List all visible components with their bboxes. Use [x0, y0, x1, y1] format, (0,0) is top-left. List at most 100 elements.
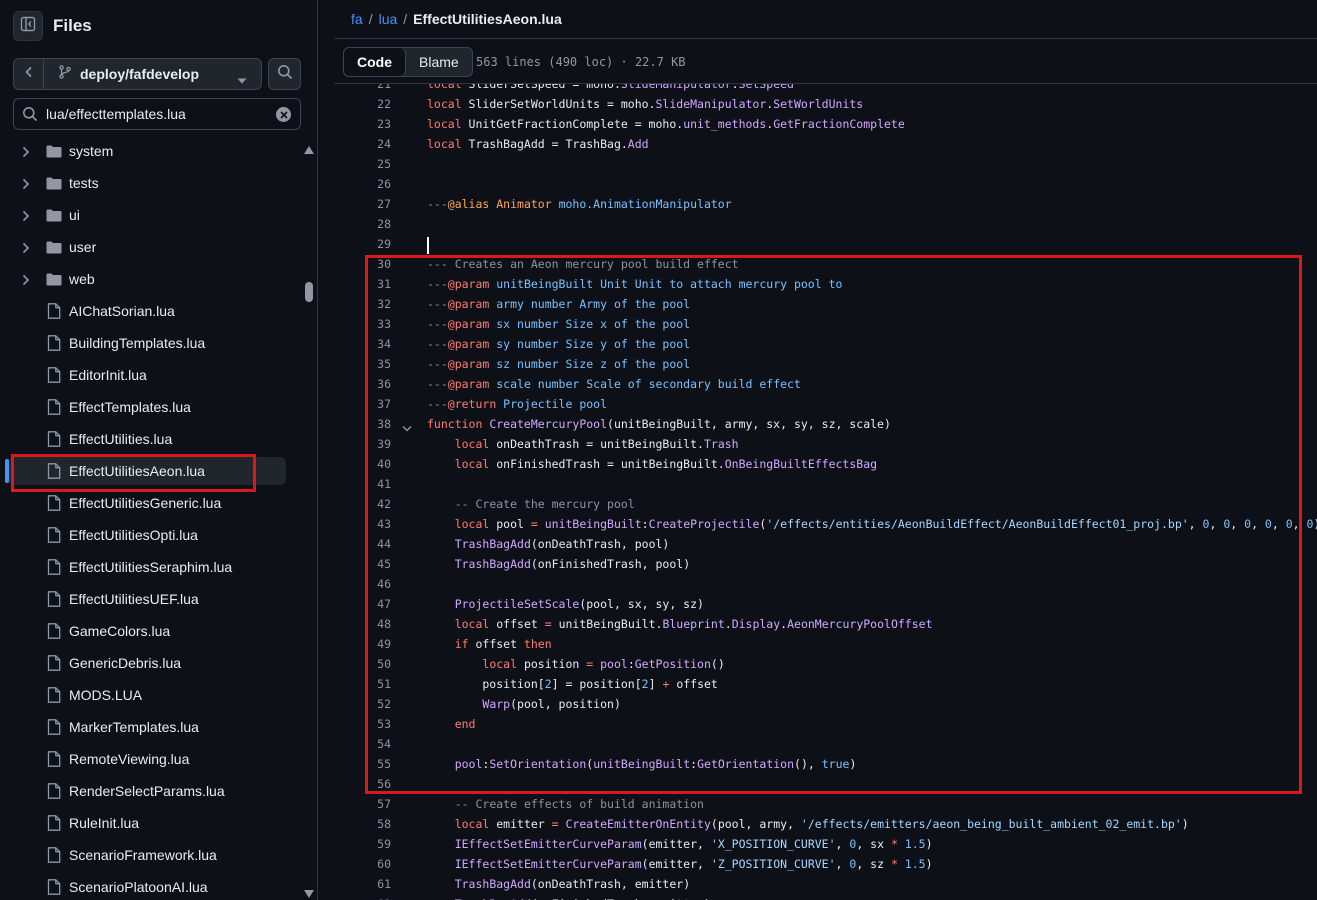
line-number[interactable]: 54 — [334, 734, 391, 754]
branch-dropdown[interactable]: deploy/fafdevelop — [44, 59, 261, 89]
line-number[interactable]: 27 — [334, 194, 391, 214]
view-mode-toggle: Code Blame — [343, 47, 473, 77]
tree-file-item[interactable]: EffectUtilities.lua — [0, 425, 290, 453]
line-number[interactable]: 60 — [334, 854, 391, 874]
line-number[interactable]: 35 — [334, 354, 391, 374]
line-number[interactable]: 31 — [334, 274, 391, 294]
breadcrumb-repo-link[interactable]: fa — [351, 11, 363, 27]
line-number[interactable]: 61 — [334, 874, 391, 894]
sidebar-scrollbar[interactable] — [302, 144, 316, 900]
file-filter-input[interactable] — [46, 106, 266, 122]
tree-file-item[interactable]: RenderSelectParams.lua — [0, 777, 290, 805]
line-number[interactable]: 45 — [334, 554, 391, 574]
tree-file-item[interactable]: EffectUtilitiesAeon.lua — [8, 457, 286, 485]
tree-folder-item[interactable]: ui — [0, 201, 290, 229]
code-token: (pool, army, — [710, 817, 801, 831]
file-icon — [47, 655, 61, 674]
line-number[interactable]: 42 — [334, 494, 391, 514]
tree-file-item[interactable]: MarkerTemplates.lua — [0, 713, 290, 741]
line-number[interactable]: 47 — [334, 594, 391, 614]
branch-selector[interactable]: deploy/fafdevelop — [13, 58, 262, 90]
tree-file-item[interactable]: EffectUtilitiesGeneric.lua — [0, 489, 290, 517]
tree-file-item[interactable]: MODS.LUA — [0, 681, 290, 709]
tree-file-item[interactable]: RemoteViewing.lua — [0, 745, 290, 773]
clear-filter-button[interactable] — [276, 107, 291, 122]
line-number[interactable]: 50 — [334, 654, 391, 674]
line-number[interactable]: 41 — [334, 474, 391, 494]
code-tab-button[interactable]: Code — [344, 48, 406, 76]
line-number[interactable]: 40 — [334, 454, 391, 474]
line-number[interactable]: 36 — [334, 374, 391, 394]
tree-file-item[interactable]: EffectTemplates.lua — [0, 393, 290, 421]
line-number[interactable]: 24 — [334, 134, 391, 154]
tree-folder-item[interactable]: system — [0, 137, 290, 165]
tree-file-item[interactable]: EffectUtilitiesSeraphim.lua — [0, 553, 290, 581]
tree-file-item[interactable]: RuleInit.lua — [0, 809, 290, 837]
back-button[interactable] — [14, 59, 44, 89]
line-number[interactable]: 25 — [334, 154, 391, 174]
chevron-right-icon[interactable] — [22, 177, 30, 193]
line-number[interactable]: 30 — [334, 254, 391, 274]
code-line: 42 -- Create the mercury pool — [334, 494, 1317, 514]
line-number[interactable]: 51 — [334, 674, 391, 694]
line-number[interactable]: 21 — [334, 84, 391, 94]
line-number[interactable]: 37 — [334, 394, 391, 414]
code-content[interactable]: 21 local SliderSetSpeed = moho.SlideManip… — [334, 84, 1317, 900]
chevron-right-icon[interactable] — [22, 241, 30, 257]
tree-folder-item[interactable]: user — [0, 233, 290, 261]
line-number[interactable]: 28 — [334, 214, 391, 234]
tree-file-item[interactable]: GameColors.lua — [0, 617, 290, 645]
chevron-right-icon[interactable] — [22, 273, 30, 289]
code-token: 1.5 — [904, 857, 926, 871]
line-number[interactable]: 53 — [334, 714, 391, 734]
line-number[interactable]: 22 — [334, 94, 391, 114]
line-number[interactable]: 26 — [334, 174, 391, 194]
line-number[interactable]: 39 — [334, 434, 391, 454]
line-number[interactable]: 62 — [334, 894, 391, 900]
tree-file-item[interactable]: AIChatSorian.lua — [0, 297, 290, 325]
line-number[interactable]: 56 — [334, 774, 391, 794]
tree-file-item[interactable]: EffectUtilitiesOpti.lua — [0, 521, 290, 549]
code-token: 'X_POSITION_CURVE' — [710, 837, 836, 851]
scrollbar-thumb[interactable] — [305, 282, 313, 302]
line-number[interactable]: 57 — [334, 794, 391, 814]
code-token: local — [427, 97, 469, 111]
line-number[interactable]: 29 — [334, 234, 391, 254]
tree-file-item[interactable]: EffectUtilitiesUEF.lua — [0, 585, 290, 613]
line-number[interactable]: 33 — [334, 314, 391, 334]
code-token: true — [821, 757, 850, 771]
line-number[interactable]: 43 — [334, 514, 391, 534]
tree-file-item[interactable]: ScenarioFramework.lua — [0, 841, 290, 869]
line-number[interactable]: 59 — [334, 834, 391, 854]
code-line: 50 local position = pool:GetPosition() — [334, 654, 1317, 674]
scroll-up-arrow[interactable] — [304, 146, 314, 154]
line-number[interactable]: 58 — [334, 814, 391, 834]
tree-folder-item[interactable]: web — [0, 265, 290, 293]
line-number[interactable]: 52 — [334, 694, 391, 714]
line-number[interactable]: 55 — [334, 754, 391, 774]
line-number[interactable]: 32 — [334, 294, 391, 314]
scroll-down-arrow[interactable] — [304, 890, 314, 898]
search-button[interactable] — [268, 58, 301, 90]
code-token: CreateMercuryPool — [489, 417, 608, 431]
chevron-right-icon[interactable] — [22, 209, 30, 225]
tree-file-item[interactable]: GenericDebris.lua — [0, 649, 290, 677]
blame-tab-button[interactable]: Blame — [406, 48, 472, 76]
collapse-sidebar-button[interactable] — [13, 11, 43, 41]
code-token: + — [662, 677, 677, 691]
code-token: , — [1230, 517, 1245, 531]
tree-file-item[interactable]: EditorInit.lua — [0, 361, 290, 389]
line-number[interactable]: 49 — [334, 634, 391, 654]
tree-file-item[interactable]: BuildingTemplates.lua — [0, 329, 290, 357]
line-number[interactable]: 48 — [334, 614, 391, 634]
line-number[interactable]: 38 — [334, 414, 391, 434]
tree-file-item[interactable]: ScenarioPlatoonAI.lua — [0, 873, 290, 900]
line-number[interactable]: 44 — [334, 534, 391, 554]
line-number[interactable]: 34 — [334, 334, 391, 354]
line-number[interactable]: 46 — [334, 574, 391, 594]
line-number[interactable]: 23 — [334, 114, 391, 134]
tree-folder-item[interactable]: tests — [0, 169, 290, 197]
breadcrumb-folder-link[interactable]: lua — [379, 11, 398, 27]
chevron-right-icon[interactable] — [22, 145, 30, 161]
